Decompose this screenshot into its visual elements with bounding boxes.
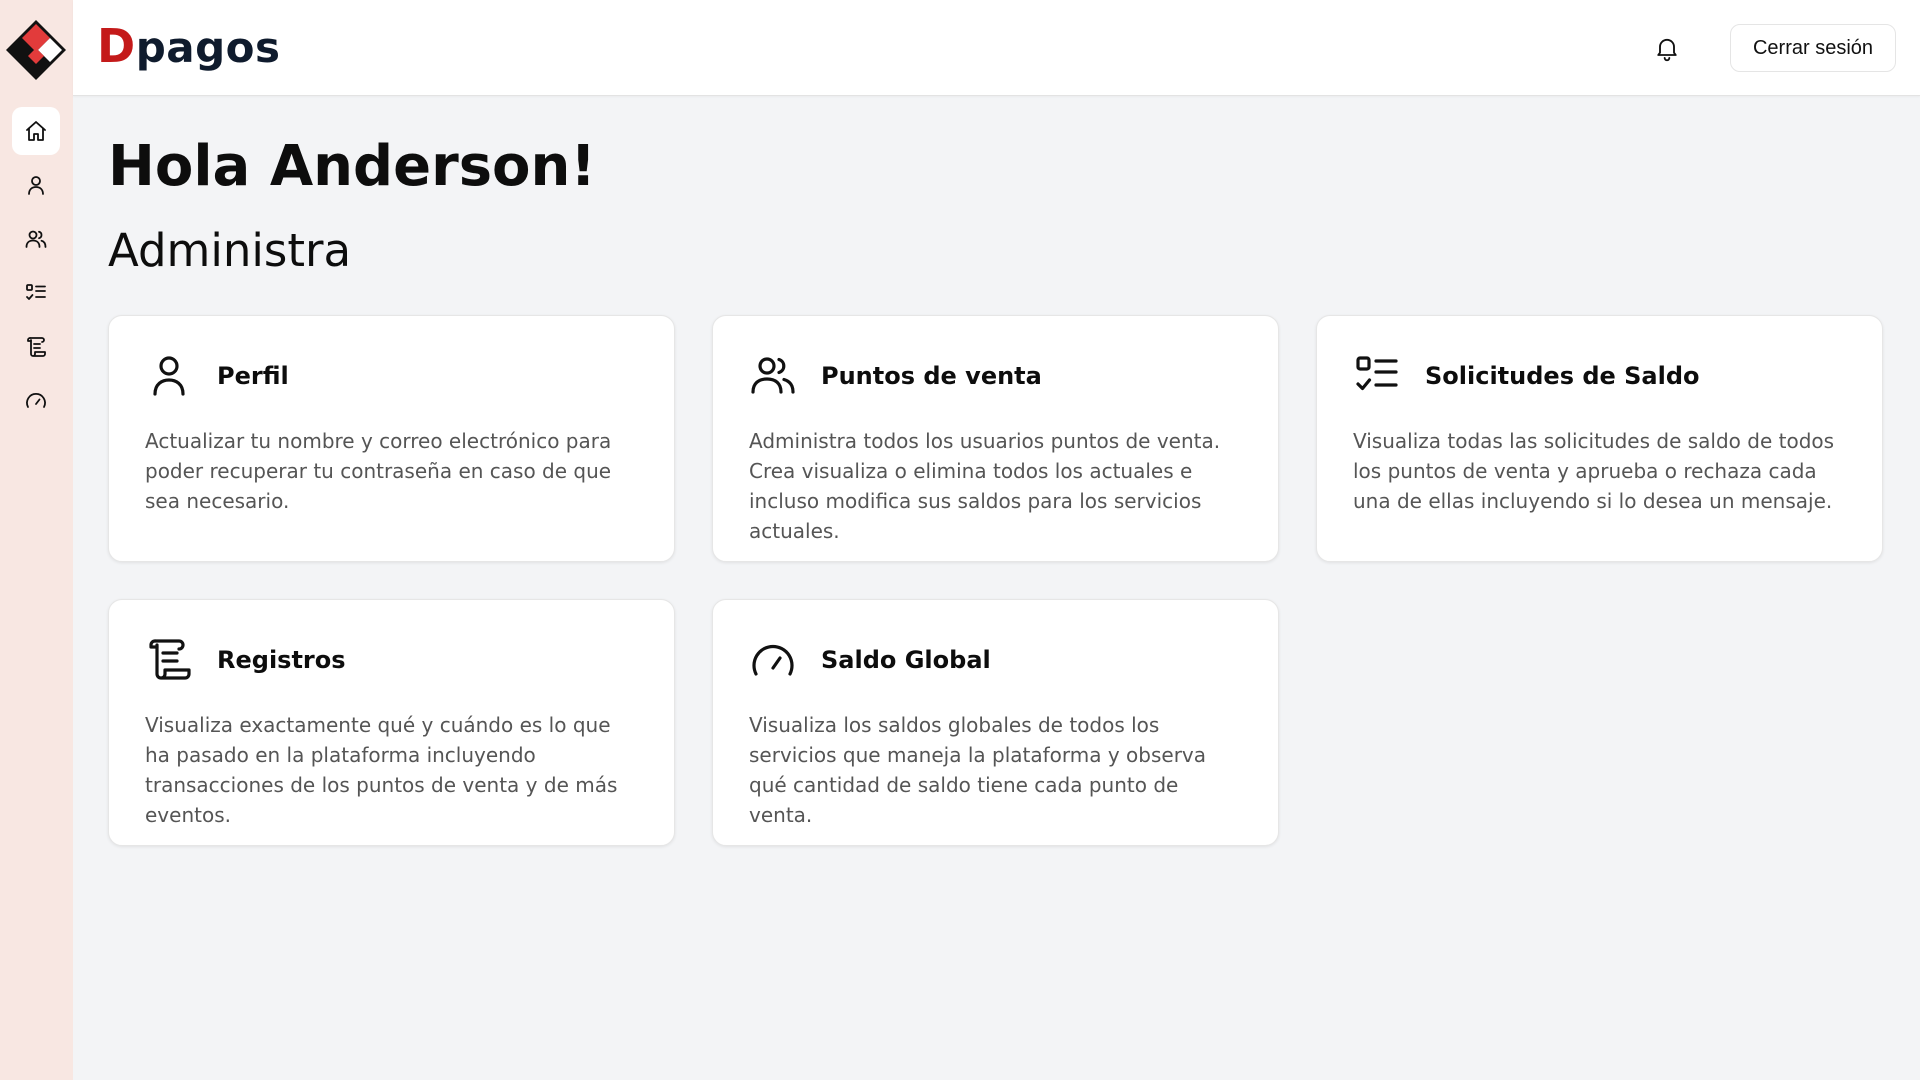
- sidebar-item-home[interactable]: [12, 107, 60, 155]
- bell-icon[interactable]: [1653, 34, 1681, 62]
- sidebar: [0, 0, 73, 1080]
- gauge-icon: [26, 393, 46, 408]
- gauge-icon: [752, 644, 794, 676]
- sidebar-nav: [12, 107, 60, 431]
- home-icon: [26, 121, 46, 141]
- card-description: Visualiza todas las solicitudes de saldo…: [1353, 429, 1835, 513]
- sidebar-item-global-balance[interactable]: [12, 377, 60, 425]
- scroll-icon: [27, 337, 46, 357]
- card-description: Actualizar tu nombre y correo electrónic…: [145, 429, 612, 513]
- logout-button[interactable]: Cerrar sesión: [1730, 24, 1896, 72]
- card-title: Solicitudes de Saldo: [1425, 362, 1700, 390]
- brand-initial: D: [97, 19, 136, 73]
- sidebar-item-points-of-sale[interactable]: [12, 215, 60, 263]
- section-title: Administra: [108, 224, 352, 277]
- checklist-icon: [26, 284, 46, 300]
- checklist-icon: [1356, 356, 1398, 391]
- card-description: Administra todos los usuarios puntos de …: [749, 429, 1221, 543]
- card-title: Puntos de venta: [821, 362, 1042, 390]
- card-records[interactable]: Registros Visualiza exactamente qué y cu…: [108, 599, 675, 846]
- user-icon: [153, 356, 185, 396]
- card-balance-requests[interactable]: Solicitudes de Saldo Visualiza todas las…: [1316, 315, 1883, 562]
- user-icon: [28, 176, 44, 195]
- scroll-icon: [149, 639, 191, 680]
- card-title: Perfil: [217, 362, 289, 390]
- sidebar-item-records[interactable]: [12, 323, 60, 371]
- users-icon: [751, 357, 795, 394]
- card-description: Visualiza exactamente qué y cuándo es lo…: [145, 713, 618, 827]
- brand-wordmark[interactable]: Dpagos: [97, 18, 281, 76]
- app-logo[interactable]: [4, 18, 68, 82]
- card-profile[interactable]: Perfil Actualizar tu nombre y correo ele…: [108, 315, 675, 562]
- card-points-of-sale[interactable]: Puntos de venta Administra todos los usu…: [712, 315, 1279, 562]
- main-content: Hola Anderson! Administra Perfil Actuali…: [108, 96, 1888, 846]
- page-greeting: Hola Anderson!: [108, 134, 596, 199]
- sidebar-item-balance-requests[interactable]: [12, 269, 60, 317]
- card-title: Saldo Global: [821, 646, 991, 674]
- admin-cards-grid: Perfil Actualizar tu nombre y correo ele…: [108, 315, 1888, 846]
- card-global-balance[interactable]: Saldo Global Visualiza los saldos global…: [712, 599, 1279, 846]
- users-icon: [25, 230, 47, 248]
- top-header: Dpagos Cerrar sesión: [73, 0, 1920, 96]
- card-description: Visualiza los saldos globales de todos l…: [749, 713, 1207, 827]
- sidebar-item-profile[interactable]: [12, 161, 60, 209]
- brand-name: pagos: [135, 23, 281, 72]
- card-title: Registros: [217, 646, 346, 674]
